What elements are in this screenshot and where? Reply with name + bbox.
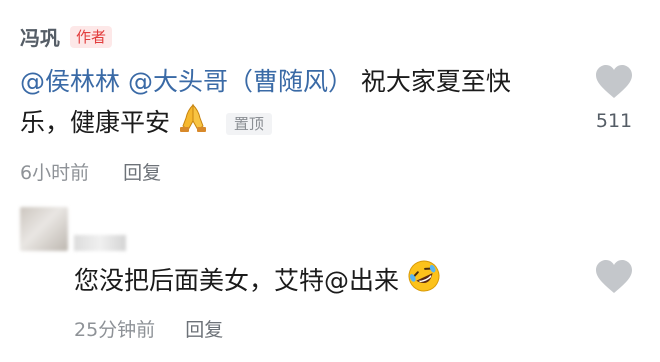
mention-link[interactable]: @侯林林 [20,67,120,96]
author-name-blurred[interactable] [74,235,126,251]
pinned-tag: 置顶 [225,113,272,135]
comment-meta: 6小时前 回复 [20,158,161,185]
rolling-laughing-face-emoji-icon [407,259,441,305]
author-name[interactable]: 冯巩 [20,22,60,51]
comment-text: 您没把后面美女，艾特@出来 [74,259,441,305]
avatar[interactable] [20,207,68,251]
comment-text-part: 祝大家夏至快 [352,67,511,96]
praying-hands-emoji-icon [178,102,208,146]
comment-time: 25分钟前 [74,319,156,341]
comment-item: 您没把后面美女，艾特@出来 25分钟前 回复 [0,195,660,362]
comment-author-row: 冯巩 作者 [20,22,113,51]
comment-item: 冯巩 作者 @侯林林 @大头哥（曹随风） 祝大家夏至快 乐，健康平安 置顶 6小… [0,0,660,195]
heart-icon[interactable] [594,260,634,299]
like-control [592,259,636,299]
reply-button[interactable]: 回复 [185,315,223,342]
comment-text-part: 您没把后面美女，艾特@出来 [74,266,400,295]
comment-meta: 25分钟前 回复 [74,315,223,342]
author-badge: 作者 [70,25,113,48]
heart-icon[interactable] [594,65,634,104]
comment-text-part: 乐，健康平安 [20,108,171,137]
like-control: 511 [592,64,636,132]
comment-time: 6小时前 [20,162,90,184]
comment-text: @侯林林 @大头哥（曹随风） 祝大家夏至快 乐，健康平安 置顶 [20,62,580,146]
mention-link[interactable]: @大头哥（曹随风） [128,67,353,96]
reply-button[interactable]: 回复 [123,158,161,185]
like-count: 511 [595,110,633,132]
